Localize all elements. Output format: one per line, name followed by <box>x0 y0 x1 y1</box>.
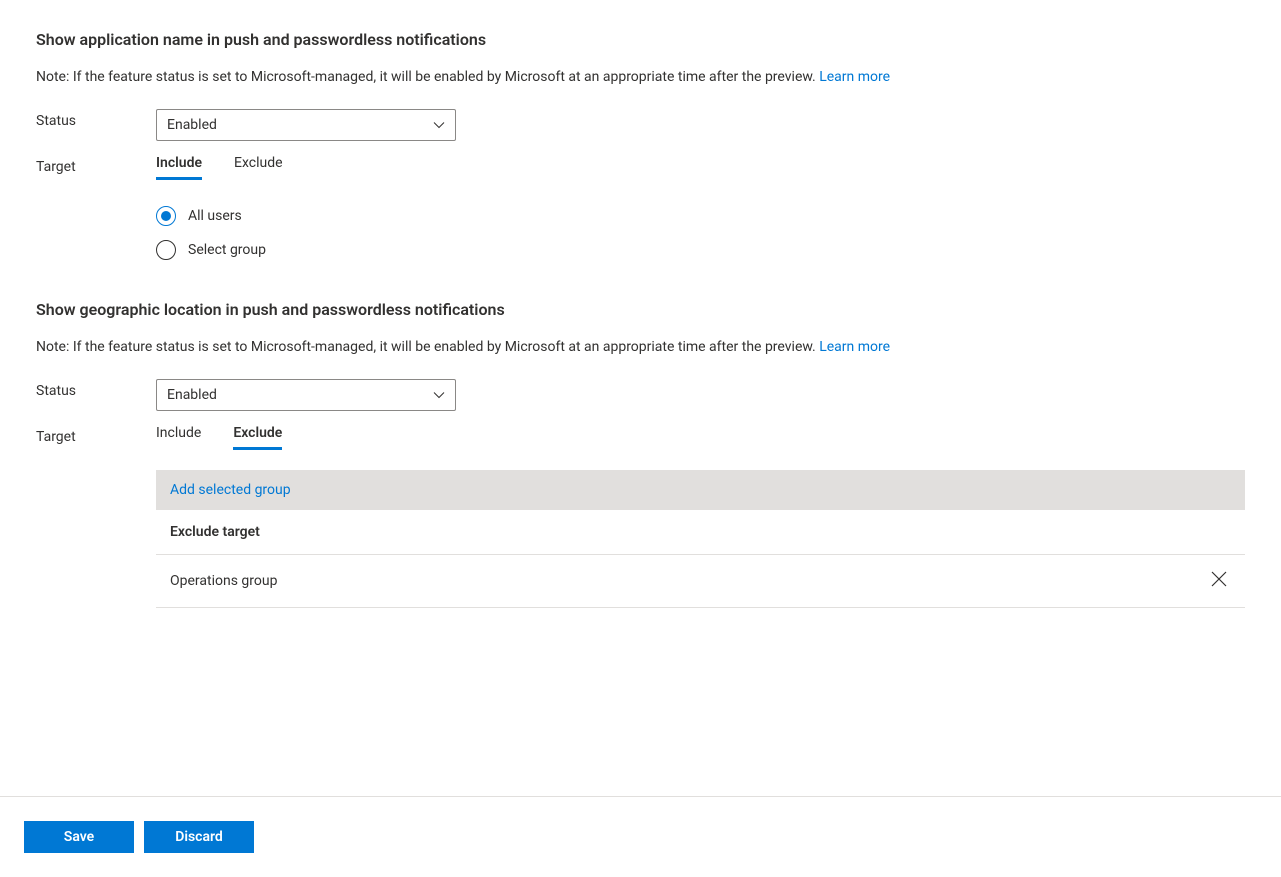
status-value: Enabled <box>167 387 217 403</box>
tab-exclude[interactable]: Exclude <box>234 155 283 180</box>
status-label: Status <box>36 109 156 129</box>
status-dropdown[interactable]: Enabled <box>156 109 456 141</box>
tab-exclude[interactable]: Exclude <box>233 425 282 450</box>
exclude-group-name: Operations group <box>170 573 277 589</box>
remove-group-button[interactable] <box>1207 567 1231 595</box>
chevron-down-icon <box>433 119 445 131</box>
table-row: Operations group <box>156 555 1245 608</box>
section-note: Note: If the feature status is set to Mi… <box>36 339 1245 355</box>
tab-include[interactable]: Include <box>156 155 202 180</box>
section-title: Show geographic location in push and pas… <box>36 300 1245 319</box>
footer-bar: Save Discard <box>0 796 1281 877</box>
note-text: Note: If the feature status is set to Mi… <box>36 69 819 85</box>
chevron-down-icon <box>433 389 445 401</box>
save-button[interactable]: Save <box>24 821 134 853</box>
section-title: Show application name in push and passwo… <box>36 30 1245 49</box>
learn-more-link[interactable]: Learn more <box>819 69 890 85</box>
target-tabs: Include Exclude <box>156 155 1245 180</box>
add-group-label: Add selected group <box>170 482 291 498</box>
target-label: Target <box>36 425 156 445</box>
section-note: Note: If the feature status is set to Mi… <box>36 69 1245 85</box>
radio-icon <box>156 240 176 260</box>
add-selected-group-button[interactable]: Add selected group <box>156 470 1245 510</box>
note-text: Note: If the feature status is set to Mi… <box>36 339 819 355</box>
section-app-name: Show application name in push and passwo… <box>36 30 1245 260</box>
close-icon <box>1211 571 1227 587</box>
tab-include[interactable]: Include <box>156 425 201 450</box>
radio-select-group[interactable]: Select group <box>156 240 1245 260</box>
exclude-header: Exclude target <box>156 510 1245 555</box>
radio-group: All users Select group <box>156 200 1245 260</box>
status-value: Enabled <box>167 117 217 133</box>
section-geo-location: Show geographic location in push and pas… <box>36 300 1245 608</box>
radio-label: All users <box>188 208 242 224</box>
learn-more-link[interactable]: Learn more <box>819 339 890 355</box>
status-dropdown[interactable]: Enabled <box>156 379 456 411</box>
status-label: Status <box>36 379 156 399</box>
radio-label: Select group <box>188 242 266 258</box>
radio-icon <box>156 206 176 226</box>
target-tabs: Include Exclude <box>156 425 1245 450</box>
exclude-table: Exclude target Operations group <box>156 510 1245 608</box>
discard-button[interactable]: Discard <box>144 821 254 853</box>
target-label: Target <box>36 155 156 175</box>
radio-all-users[interactable]: All users <box>156 206 1245 226</box>
